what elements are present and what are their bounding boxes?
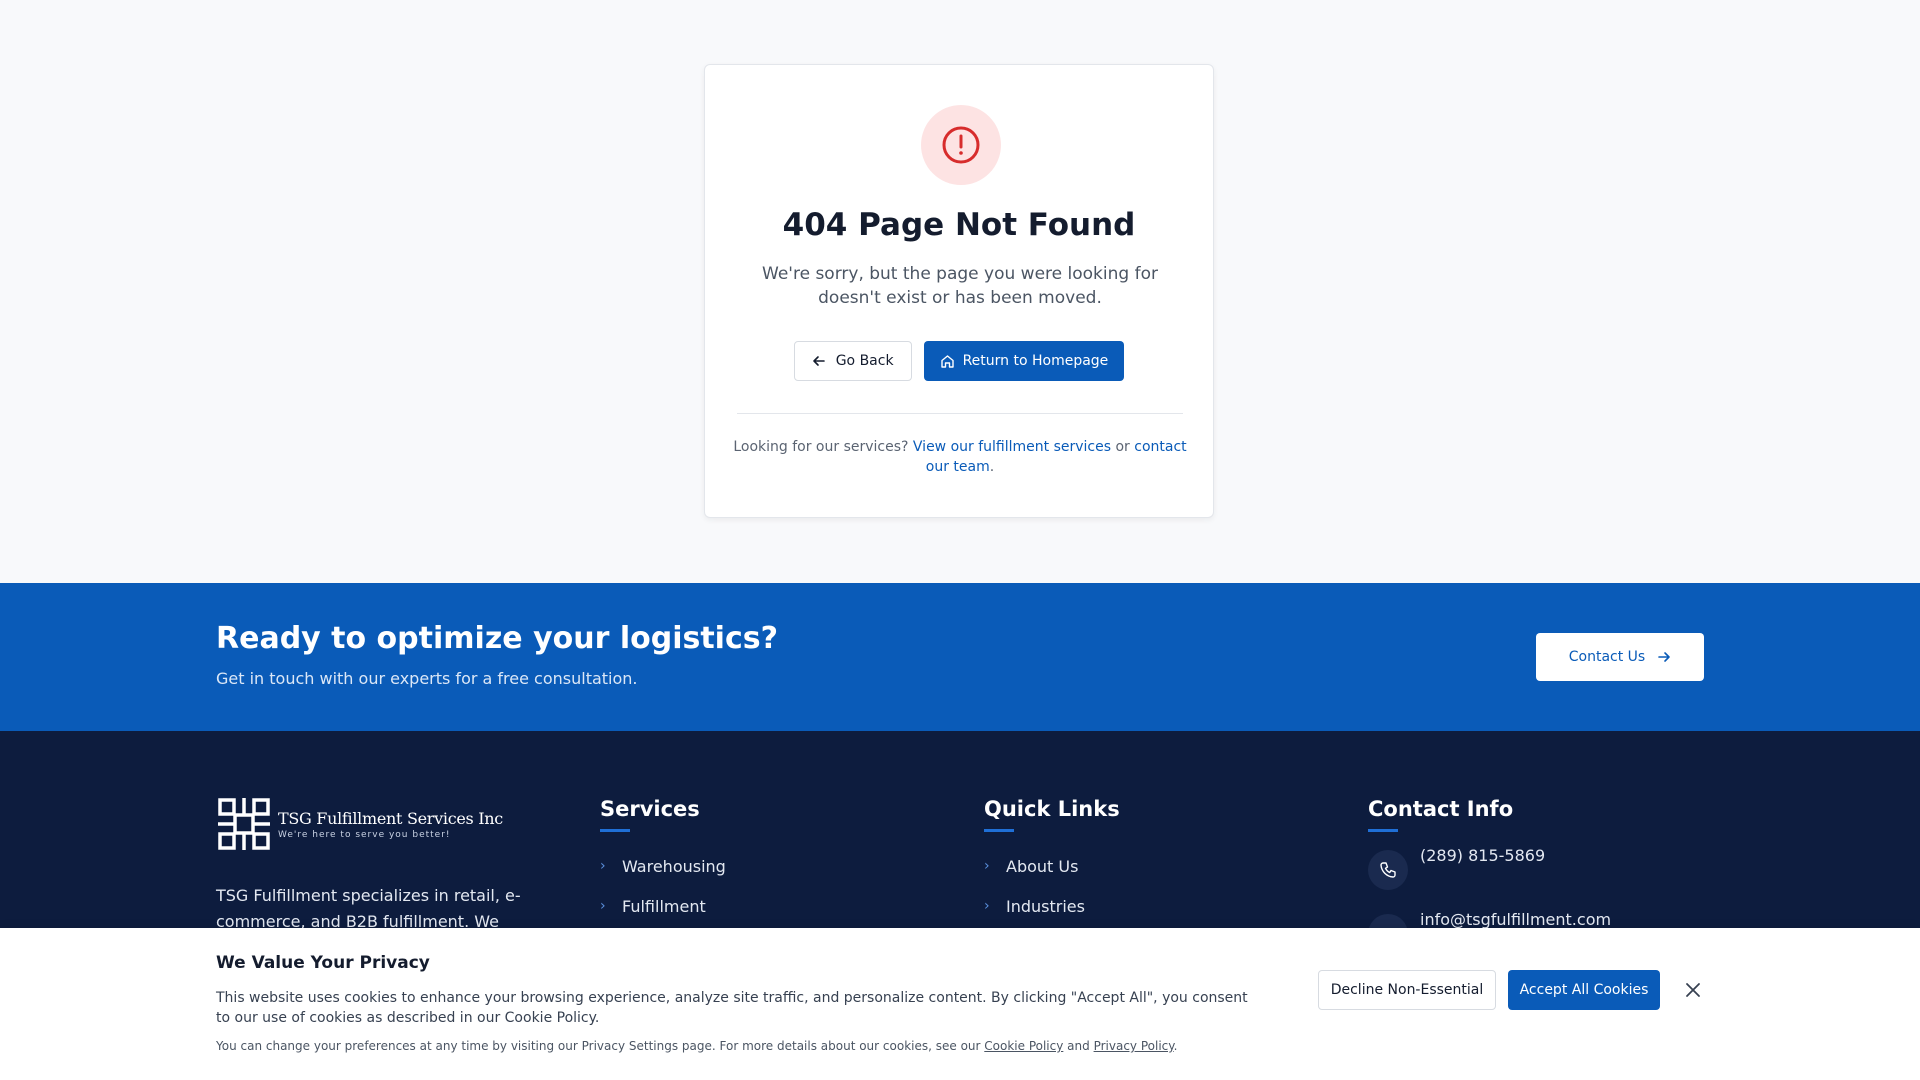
cookie-title: We Value Your Privacy bbox=[216, 953, 430, 973]
quick-links-list: › About Us › Industries bbox=[984, 846, 1120, 926]
services-hint-end: . bbox=[989, 459, 995, 475]
quick-links-heading: Quick Links bbox=[984, 797, 1120, 821]
footer-link-about-us[interactable]: › About Us bbox=[984, 846, 1120, 886]
services-list: › Warehousing › Fulfillment bbox=[600, 846, 726, 926]
services-column: Services › Warehousing › Fulfillment bbox=[600, 797, 726, 926]
logo-text: TSG Fulfillment Services Inc We're here … bbox=[278, 809, 503, 840]
chevron-right-icon: › bbox=[600, 898, 606, 914]
go-back-button[interactable]: Go Back bbox=[793, 341, 912, 381]
logo-name: TSG Fulfillment Services Inc bbox=[278, 808, 503, 828]
cookie-note-end: . bbox=[1173, 1039, 1178, 1053]
card-divider bbox=[737, 413, 1183, 414]
footer-link-label: Warehousing bbox=[622, 856, 726, 876]
heading-underline bbox=[1368, 829, 1398, 832]
cookie-note-prefix: You can change your preferences at any t… bbox=[216, 1039, 981, 1053]
return-homepage-label: Return to Homepage bbox=[962, 353, 1109, 369]
close-icon[interactable] bbox=[1682, 979, 1704, 1001]
logo-mark-icon bbox=[218, 798, 270, 850]
alert-circle-icon bbox=[942, 126, 980, 164]
cookie-banner: We Value Your Privacy This website uses … bbox=[0, 928, 1920, 1080]
phone-icon bbox=[1368, 850, 1408, 890]
error-icon-badge bbox=[921, 105, 1001, 185]
footer-link-fulfillment[interactable]: › Fulfillment bbox=[600, 886, 726, 926]
error-card: 404 Page Not Found We're sorry, but the … bbox=[704, 64, 1214, 518]
contact-phone[interactable]: (289) 815-5869 bbox=[1368, 846, 1611, 896]
error-message: We're sorry, but the page you were looki… bbox=[762, 264, 1158, 308]
cookie-description: This website uses cookies to enhance you… bbox=[216, 990, 1248, 1026]
phone-glyph bbox=[1380, 862, 1396, 878]
error-actions: Go Back Return to Homepage bbox=[705, 341, 1213, 381]
footer-link-warehousing[interactable]: › Warehousing bbox=[600, 846, 726, 886]
cta-subtitle: Get in touch with our experts for a free… bbox=[216, 669, 638, 688]
services-heading: Services bbox=[600, 797, 700, 821]
view-services-link[interactable]: View our fulfillment services bbox=[913, 439, 1111, 455]
heading-underline bbox=[984, 829, 1014, 832]
error-section: 404 Page Not Found We're sorry, but the … bbox=[0, 0, 1920, 583]
cta-title: Ready to optimize your logistics? bbox=[216, 621, 779, 656]
return-homepage-button[interactable]: Return to Homepage bbox=[923, 341, 1125, 381]
contact-us-label: Contact Us bbox=[1568, 649, 1646, 665]
arrow-right-icon bbox=[1658, 652, 1671, 662]
home-icon bbox=[940, 354, 954, 368]
logo-tagline: We're here to serve you better! bbox=[278, 829, 451, 840]
accept-all-cookies-button[interactable]: Accept All Cookies bbox=[1508, 970, 1660, 1010]
company-logo[interactable]: TSG Fulfillment Services Inc We're here … bbox=[216, 795, 516, 853]
close-glyph bbox=[1686, 983, 1700, 997]
footer-link-label: Fulfillment bbox=[622, 896, 706, 916]
chevron-right-icon: › bbox=[984, 858, 990, 874]
privacy-policy-link[interactable]: Privacy Policy bbox=[1094, 1039, 1174, 1053]
contact-us-button[interactable]: Contact Us bbox=[1536, 633, 1704, 681]
cookie-policy-link[interactable]: Cookie Policy bbox=[984, 1039, 1063, 1053]
footer-link-industries[interactable]: › Industries bbox=[984, 886, 1120, 926]
chevron-right-icon: › bbox=[984, 898, 990, 914]
services-hint-prefix: Looking for our services? bbox=[733, 439, 909, 455]
contact-heading: Contact Info bbox=[1368, 797, 1514, 821]
arrow-left-icon bbox=[812, 356, 825, 366]
services-hint: Looking for our services? View our fulfi… bbox=[733, 437, 1187, 477]
decline-non-essential-button[interactable]: Decline Non-Essential bbox=[1318, 970, 1496, 1010]
cookie-preferences-note: You can change your preferences at any t… bbox=[216, 1039, 1177, 1053]
go-back-label: Go Back bbox=[835, 353, 894, 369]
footer-link-label: Industries bbox=[1006, 896, 1085, 916]
quick-links-column: Quick Links › About Us › Industries bbox=[984, 797, 1120, 926]
phone-number: (289) 815-5869 bbox=[1420, 846, 1546, 865]
services-hint-or: or bbox=[1115, 439, 1130, 455]
email-address: info@tsgfulfillment.com bbox=[1420, 910, 1612, 929]
cta-banner: Ready to optimize your logistics? Get in… bbox=[0, 583, 1920, 731]
footer-link-label: About Us bbox=[1006, 856, 1079, 876]
chevron-right-icon: › bbox=[600, 858, 606, 874]
page-title: 404 Page Not Found bbox=[782, 207, 1136, 243]
cookie-note-and: and bbox=[1067, 1039, 1090, 1053]
heading-underline bbox=[600, 829, 630, 832]
